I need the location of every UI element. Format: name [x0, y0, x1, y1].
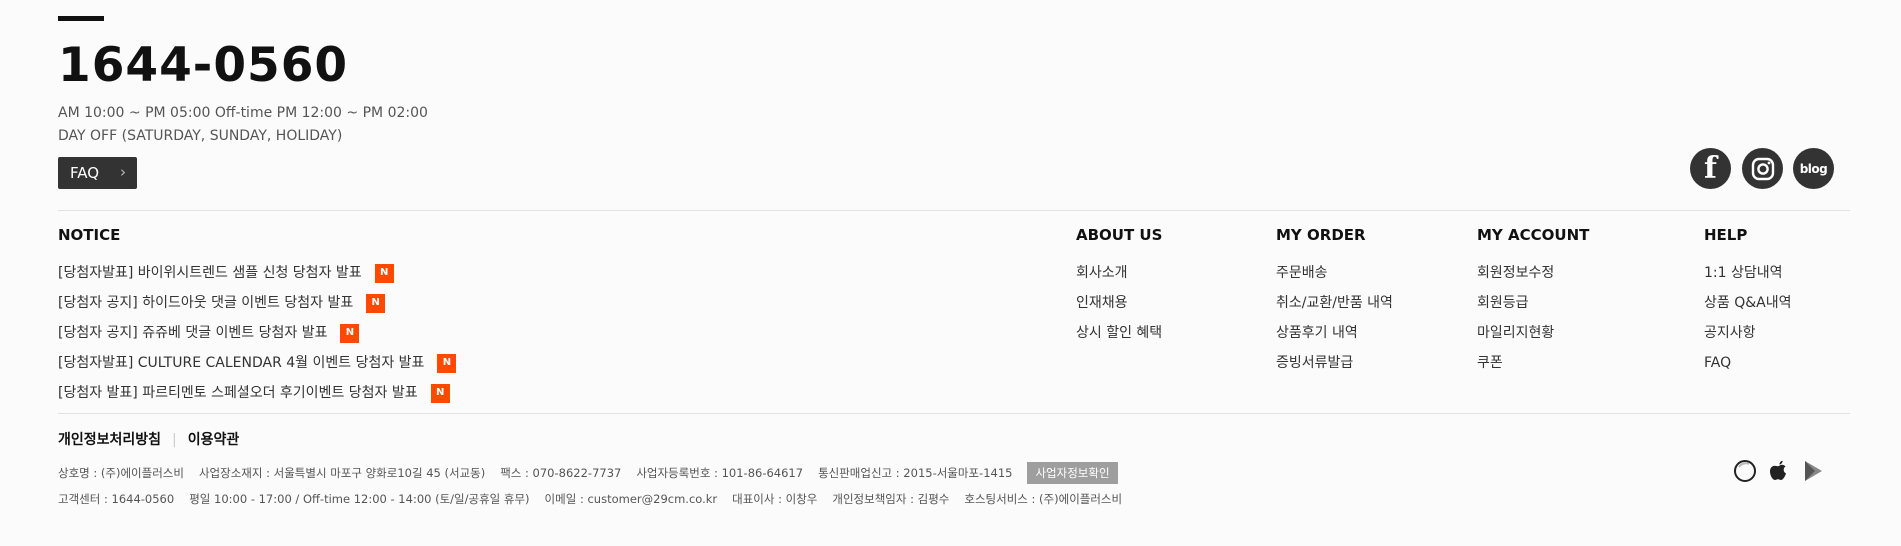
about-us-title: ABOUT US — [1076, 226, 1163, 244]
my-account-list: 회원정보수정 회원등급 마일리지현황 쿠폰 — [1477, 258, 1554, 378]
notice-list: [당첨자발표] 바이위시트렌드 샘플 신청 당첨자 발표 N [당첨자 공지] 하… — [58, 258, 457, 408]
coupon-link[interactable]: 쿠폰 — [1477, 348, 1554, 378]
notices-link[interactable]: 공지사항 — [1704, 318, 1791, 348]
company-fax: 팩스 : 070-8622-7737 — [500, 466, 622, 480]
instagram-glyph — [1751, 157, 1774, 180]
help-title: HELP — [1704, 226, 1748, 244]
circle-glyph — [1734, 460, 1756, 482]
notice-item[interactable]: [당첨자 공지] 하이드아웃 댓글 이벤트 당첨자 발표 N — [58, 288, 456, 318]
day-off-info: DAY OFF (SATURDAY, SUNDAY, HOLIDAY) — [58, 128, 343, 144]
new-badge: N — [340, 323, 360, 343]
my-order-title: MY ORDER — [1276, 226, 1366, 244]
company-info-line-1: 상호명 : (주)에이플러스비 사업장소재지 : 서울특별시 마포구 양화로10… — [58, 462, 1118, 484]
notice-item-text: [당첨자 발표] 파르티멘토 스페셜오더 후기이벤트 당첨자 발표 — [58, 385, 418, 401]
notice-title: NOTICE — [58, 226, 121, 244]
new-badge: N — [437, 353, 457, 373]
membership-level-link[interactable]: 회원등급 — [1477, 288, 1554, 318]
divider — [58, 210, 1850, 211]
one-to-one-inquiry-link[interactable]: 1:1 상담내역 — [1704, 258, 1791, 288]
company-info-line-2: 고객센터 : 1644-0560 평일 10:00 - 17:00 / Off-… — [58, 491, 1137, 507]
cancel-exchange-return-link[interactable]: 취소/교환/반품 내역 — [1276, 288, 1393, 318]
notice-item[interactable]: [당첨자발표] CULTURE CALENDAR 4월 이벤트 당첨자 발표 N — [58, 348, 457, 378]
terms-of-use-link[interactable]: 이용약관 — [188, 431, 240, 449]
notice-item-text: [당첨자 공지] 하이드아웃 댓글 이벤트 당첨자 발표 — [58, 295, 354, 311]
blog-icon[interactable]: blog — [1793, 148, 1834, 189]
top-accent-bar — [58, 16, 104, 21]
help-list: 1:1 상담내역 상품 Q&A내역 공지사항 FAQ — [1704, 258, 1791, 378]
notice-item-text: [당첨자발표] 바이위시트렌드 샘플 신청 당첨자 발표 — [58, 265, 362, 281]
new-badge: N — [430, 383, 450, 403]
notice-item-text: [당첨자 공지] 쥬쥬베 댓글 이벤트 당첨자 발표 — [58, 325, 328, 341]
policy-links: 개인정보처리방침 | 이용약관 — [58, 431, 239, 449]
new-badge: N — [366, 293, 386, 313]
mileage-link[interactable]: 마일리지현황 — [1477, 318, 1554, 348]
email-info: 이메일 : customer@29cm.co.kr — [544, 492, 718, 506]
google-play-icon[interactable] — [1800, 458, 1826, 484]
notice-item[interactable]: [당첨자 공지] 쥬쥬베 댓글 이벤트 당첨자 발표 N — [58, 318, 456, 348]
privacy-policy-link[interactable]: 개인정보처리방침 — [58, 431, 161, 449]
business-registration-number: 사업자등록번호 : 101-86-64617 — [636, 466, 804, 480]
hosting-service-info: 호스팅서비스 : (주)에이플러스비 — [964, 492, 1123, 506]
customer-center-phone: 1644-0560 — [58, 38, 349, 93]
business-info-check-button[interactable]: 사업자정보확인 — [1027, 462, 1118, 484]
notice-item-text: [당첨자발표] CULTURE CALENDAR 4월 이벤트 당첨자 발표 — [58, 355, 425, 371]
policy-separator: | — [172, 432, 177, 448]
faq-button-label: FAQ — [70, 164, 100, 182]
edit-profile-link[interactable]: 회원정보수정 — [1477, 258, 1554, 288]
my-account-title: MY ACCOUNT — [1477, 226, 1590, 244]
my-order-list: 주문배송 취소/교환/반품 내역 상품후기 내역 증빙서류발급 — [1276, 258, 1393, 378]
privacy-officer-info: 개인정보책임자 : 김평수 — [832, 492, 950, 506]
instagram-icon[interactable] — [1742, 148, 1783, 189]
customer-center-info: 고객센터 : 1644-0560 — [58, 492, 175, 506]
company-name: 상호명 : (주)에이플러스비 — [58, 466, 184, 480]
help-faq-link[interactable]: FAQ — [1704, 348, 1791, 378]
play-glyph — [1805, 461, 1822, 481]
about-us-list: 회사소개 인재채용 상시 할인 혜택 — [1076, 258, 1162, 348]
order-delivery-link[interactable]: 주문배송 — [1276, 258, 1393, 288]
chevron-right-icon: › — [120, 163, 126, 181]
discount-benefits-link[interactable]: 상시 할인 혜택 — [1076, 318, 1162, 348]
apple-glyph — [1770, 460, 1786, 480]
receipt-issue-link[interactable]: 증빙서류발급 — [1276, 348, 1393, 378]
facebook-icon[interactable]: f — [1690, 148, 1731, 189]
business-hours: AM 10:00 ~ PM 05:00 Off-time PM 12:00 ~ … — [58, 105, 428, 121]
ceo-info: 대표이사 : 이창우 — [732, 492, 818, 506]
product-qna-link[interactable]: 상품 Q&A내역 — [1704, 288, 1791, 318]
new-badge: N — [374, 263, 394, 283]
weekday-hours-info: 평일 10:00 - 17:00 / Off-time 12:00 - 14:0… — [189, 492, 530, 506]
careers-link[interactable]: 인재채용 — [1076, 288, 1162, 318]
faq-button[interactable]: FAQ › — [58, 157, 137, 189]
mail-order-registration: 통신판매업신고 : 2015-서울마포-1415 — [818, 466, 1013, 480]
apple-icon[interactable] — [1766, 458, 1792, 484]
review-history-link[interactable]: 상품후기 내역 — [1276, 318, 1393, 348]
notice-item[interactable]: [당첨자 발표] 파르티멘토 스페셜오더 후기이벤트 당첨자 발표 N — [58, 378, 456, 408]
company-address: 사업장소재지 : 서울특별시 마포구 양화로10길 45 (서교동) — [198, 466, 486, 480]
divider — [58, 413, 1850, 414]
app-circle-icon[interactable] — [1732, 458, 1758, 484]
notice-item[interactable]: [당첨자발표] 바이위시트렌드 샘플 신청 당첨자 발표 N — [58, 258, 456, 288]
site-footer: 1644-0560 AM 10:00 ~ PM 05:00 Off-time P… — [58, 0, 1850, 546]
about-company-link[interactable]: 회사소개 — [1076, 258, 1162, 288]
